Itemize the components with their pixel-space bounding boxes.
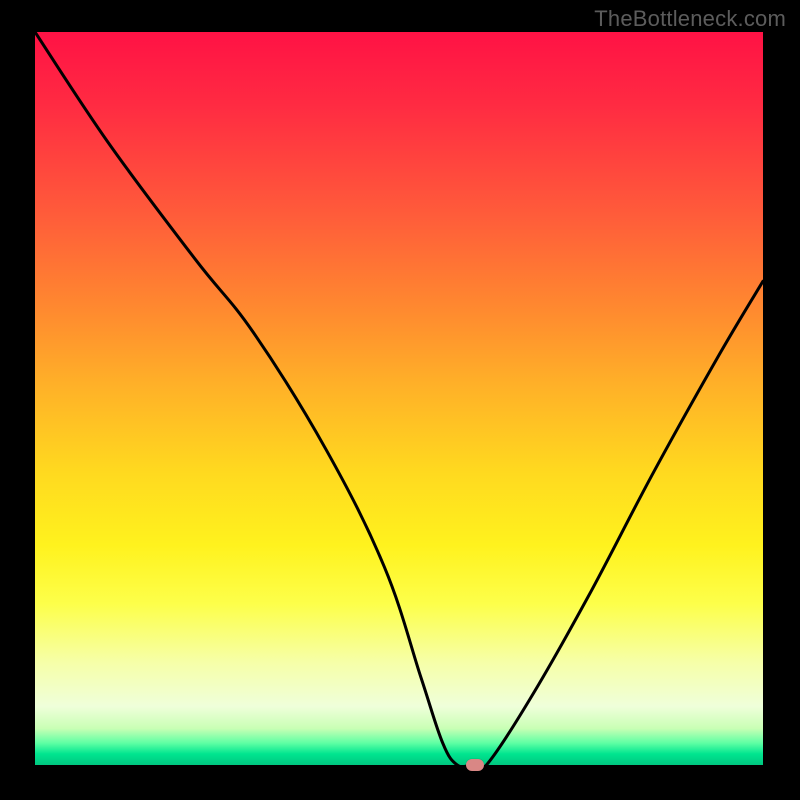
chart-frame: { "watermark": "TheBottleneck.com", "cha… [0, 0, 800, 800]
optimum-marker [466, 759, 484, 771]
plot-area [35, 32, 763, 765]
watermark-text: TheBottleneck.com [594, 6, 786, 32]
bottleneck-curve [35, 32, 763, 765]
